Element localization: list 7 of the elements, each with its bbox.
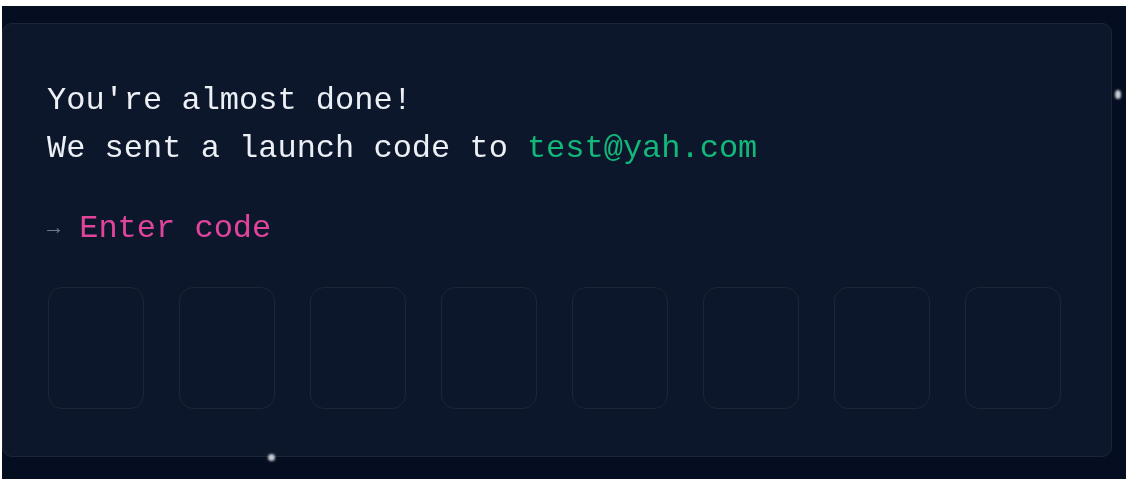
prompt-label: Enter code <box>79 209 272 249</box>
star-dot <box>1115 90 1121 99</box>
message-text: We sent a launch code to <box>47 129 508 169</box>
heading: You're almost done! <box>47 81 413 121</box>
email-address: test@yah.com <box>526 129 758 169</box>
arrow-icon: → <box>47 205 61 253</box>
star-dot <box>268 454 275 461</box>
